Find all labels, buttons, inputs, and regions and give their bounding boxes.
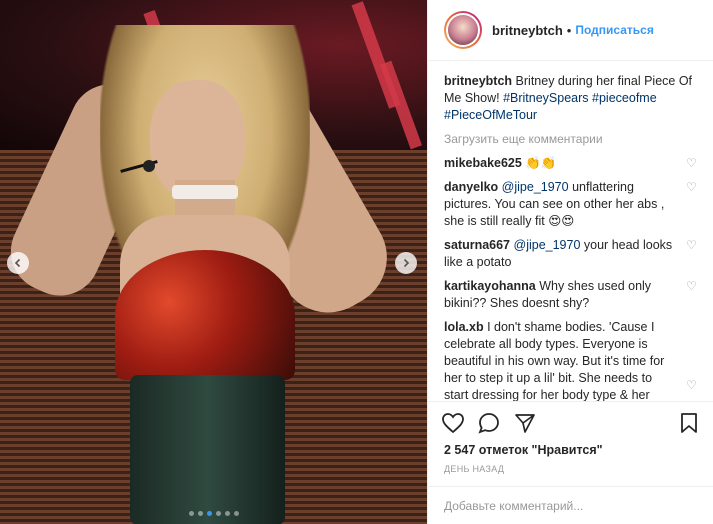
headset-mic-head — [143, 160, 155, 172]
corset — [130, 375, 285, 524]
comment-username[interactable]: lola.xb — [444, 320, 484, 334]
load-more-comments-button[interactable]: Загрузить еще комментарии — [444, 132, 698, 146]
comment-username[interactable]: danyelko — [444, 180, 498, 194]
save-button[interactable] — [676, 410, 702, 436]
post-side-panel: britneybtch • Подписаться britneybtch Br… — [427, 0, 713, 524]
comment-button[interactable] — [476, 410, 502, 436]
post-header: britneybtch • Подписаться — [428, 0, 713, 61]
carousel-dot — [233, 511, 239, 516]
carousel-dot — [215, 511, 221, 516]
avatar-ring[interactable] — [444, 11, 482, 49]
add-comment-bar — [428, 486, 713, 524]
chevron-right-icon — [403, 258, 410, 268]
sequin-top — [115, 250, 295, 380]
list-item: mikebake625 👏👏 ♡ — [444, 155, 698, 172]
like-button[interactable] — [440, 410, 466, 436]
post-photo[interactable] — [0, 0, 427, 524]
performer-choker — [172, 185, 238, 199]
comment-icon — [478, 412, 499, 433]
hashtag-link[interactable]: #PieceOfMeTour — [444, 108, 537, 122]
chevron-left-icon — [14, 258, 21, 268]
heart-icon[interactable]: ♡ — [686, 280, 698, 292]
heart-icon[interactable]: ♡ — [686, 239, 698, 251]
carousel-dot — [197, 511, 203, 516]
comment-username[interactable]: saturna667 — [444, 238, 510, 252]
post-caption: britneybtch Britney during her final Pie… — [444, 73, 698, 124]
list-item: saturna667 @jipe_1970 your head looks li… — [444, 237, 698, 271]
avatar — [446, 13, 480, 47]
bookmark-icon — [681, 412, 697, 433]
comment-username[interactable]: kartikayohanna — [444, 279, 536, 293]
post-date[interactable]: ДЕНЬ НАЗАД — [444, 464, 504, 474]
instagram-post: britneybtch • Подписаться britneybtch Br… — [0, 0, 713, 524]
follow-button[interactable]: Подписаться — [575, 23, 653, 37]
heart-icon[interactable]: ♡ — [686, 157, 698, 169]
hashtag-link[interactable]: #BritneySpears — [503, 91, 588, 105]
comments-list[interactable]: britneybtch Britney during her final Pie… — [428, 61, 713, 401]
comment-username[interactable]: mikebake625 — [444, 156, 522, 170]
author-username[interactable]: britneybtch — [492, 23, 563, 38]
list-item: lola.xb I don't shame bodies. 'Cause I c… — [444, 319, 698, 401]
comment-input[interactable] — [444, 498, 698, 513]
carousel-next-button[interactable] — [395, 252, 417, 274]
mention-link[interactable]: @jipe_1970 — [502, 180, 569, 194]
carousel-dot — [188, 511, 194, 516]
share-button[interactable] — [512, 410, 538, 436]
comment-text: 👏👏 — [525, 156, 557, 170]
heart-icon — [442, 412, 464, 433]
heart-icon[interactable]: ♡ — [686, 379, 698, 391]
heart-icon[interactable]: ♡ — [686, 181, 698, 193]
post-actions-bar — [428, 401, 713, 443]
carousel-dot — [224, 511, 230, 516]
list-item: kartikayohanna Why shes used only bikini… — [444, 278, 698, 312]
header-separator: • — [566, 22, 572, 38]
share-icon — [515, 413, 535, 433]
mention-link[interactable]: @jipe_1970 — [514, 238, 581, 252]
likes-count[interactable]: 2 547 отметок "Нравится" — [444, 443, 603, 457]
carousel-dot — [206, 511, 212, 516]
carousel-dots — [0, 511, 427, 516]
carousel-prev-button[interactable] — [7, 252, 29, 274]
caption-username[interactable]: britneybtch — [444, 74, 512, 88]
hashtag-link[interactable]: #pieceofme — [592, 91, 657, 105]
list-item: danyelko @jipe_1970 unflattering picture… — [444, 179, 698, 230]
